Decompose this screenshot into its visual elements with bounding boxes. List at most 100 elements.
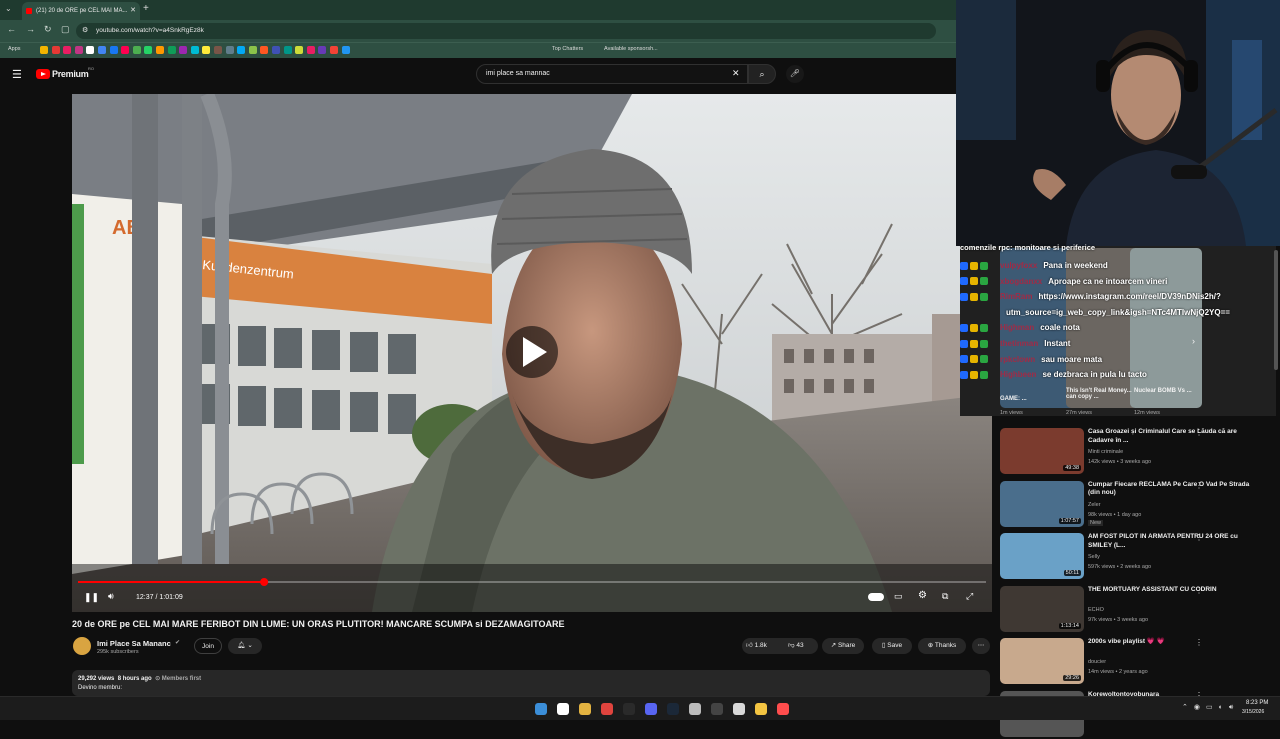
recommendation-thumbnail[interactable]: 50:11 <box>1000 533 1084 579</box>
dislike-button[interactable]: 👎︎ 43 <box>788 641 804 649</box>
video-player[interactable]: ABK Kundenzentrum ❚❚ 🔊︎ 1 <box>72 94 992 612</box>
recommendation-thumbnail[interactable]: 49:38 <box>1000 428 1084 474</box>
bookmark-icon[interactable] <box>179 46 188 54</box>
bookmark-icon[interactable] <box>51 46 60 54</box>
bookmark-icon[interactable] <box>295 46 304 54</box>
close-tab-icon[interactable]: ✕ <box>130 2 136 20</box>
reload-icon[interactable]: ↻ <box>44 24 52 35</box>
bookmark-icon[interactable] <box>40 46 48 54</box>
subscribed-bell-button[interactable]: 🔔︎ ⌄ <box>228 638 262 654</box>
search-icon[interactable] <box>557 703 569 715</box>
recommendation-channel[interactable]: Zeler <box>1088 502 1101 508</box>
bookmark-icon[interactable] <box>225 46 234 54</box>
more-options-icon[interactable]: ⋮ <box>1195 586 1203 595</box>
app-icon[interactable] <box>733 703 745 715</box>
bookmark-icon[interactable] <box>237 46 246 54</box>
bookmark-available-sponsorships[interactable]: Available sponsorsh... <box>604 46 658 52</box>
save-button[interactable]: ▯ Save <box>872 638 912 654</box>
bookmark-icon[interactable] <box>283 46 292 54</box>
more-actions-button[interactable]: ⋯ <box>972 638 990 654</box>
url-field[interactable]: ⚙ youtube.com/watch?v=a4SnkRgEz8k <box>76 23 936 39</box>
description-box[interactable] <box>72 670 990 696</box>
volume-icon[interactable]: 🔊︎ <box>108 591 114 602</box>
file-explorer-icon[interactable] <box>755 703 767 715</box>
recommendation-item[interactable]: 1:07:57 Cumpar Fiecare RECLAMA Pe Care O … <box>1000 480 1270 529</box>
start-icon[interactable] <box>535 703 547 715</box>
bookmark-icon[interactable] <box>86 46 95 54</box>
clock-time[interactable]: 8:23 PM <box>1246 700 1268 706</box>
back-icon[interactable]: ← <box>7 24 16 34</box>
discord-icon[interactable] <box>645 703 657 715</box>
chrome-icon[interactable] <box>579 703 591 715</box>
more-options-icon[interactable]: ⋮ <box>1195 481 1203 490</box>
bookmark-icon[interactable] <box>167 46 176 54</box>
more-options-icon[interactable]: ⋮ <box>1195 638 1203 647</box>
recommendation-title[interactable]: AM FOST PILOT IN ARMATA PENTRU 24 ORE cu… <box>1088 533 1256 550</box>
search-input[interactable]: imi place sa mannac <box>476 64 748 84</box>
site-info-icon[interactable]: ⚙ <box>82 23 88 39</box>
pause-icon[interactable]: ❚❚ <box>84 592 99 603</box>
recommendation-item[interactable]: 1:13:14 THE MORTUARY ASSISTANT CU CODRIN E… <box>1000 585 1270 634</box>
bookmark-icon[interactable] <box>156 46 164 54</box>
app-icon[interactable] <box>623 703 635 715</box>
bookmark-icon[interactable] <box>260 46 269 54</box>
settings-icon[interactable]: ⚙ <box>918 590 927 601</box>
bookmark-icon[interactable] <box>98 46 106 54</box>
recommendation-item[interactable]: 29:26 2000s vibe playlist 💗 💗 doucier 14m v… <box>1000 638 1270 686</box>
bookmark-icon[interactable] <box>132 46 141 54</box>
bookmark-top-chatters[interactable]: Top Chatters <box>552 46 583 52</box>
youtube-logo-icon[interactable] <box>36 69 50 79</box>
recommendation-channel[interactable]: ECHO <box>1088 607 1104 613</box>
clear-search-icon[interactable]: ✕ <box>732 68 740 79</box>
sidebar-scrollbar[interactable] <box>1274 250 1278 370</box>
miniplayer-icon[interactable]: ⧉ <box>942 591 948 602</box>
recommendation-title[interactable]: Casa Groazei și Criminalul Care se Lăuda… <box>1088 428 1256 445</box>
bookmark-icon[interactable] <box>121 46 130 54</box>
recommendation-thumbnail[interactable]: 29:26 <box>1000 638 1084 684</box>
bookmark-apps[interactable]: Apps <box>8 46 21 52</box>
bookmark-icon[interactable] <box>306 46 315 54</box>
recommendation-item[interactable]: 49:38 Casa Groazei și Criminalul Care se … <box>1000 428 1270 476</box>
recommendation-channel[interactable]: Selly <box>1088 554 1100 560</box>
recommendation-item[interactable]: 50:11 AM FOST PILOT IN ARMATA PENTRU 24 O… <box>1000 533 1270 581</box>
recommendation-thumbnail[interactable]: 1:07:57 <box>1000 480 1084 527</box>
channel-avatar[interactable] <box>73 637 91 655</box>
forward-icon[interactable]: → <box>26 24 35 34</box>
recommendation-title[interactable]: Cumpar Fiecare RECLAMA Pe Care O Vad Pe … <box>1088 481 1256 498</box>
side-panel-icon[interactable]: ▢ <box>61 24 70 35</box>
more-options-icon[interactable]: ⋮ <box>1195 533 1203 542</box>
bookmark-icon[interactable] <box>202 46 211 54</box>
more-options-icon[interactable]: ⋮ <box>1195 428 1203 437</box>
new-tab-button[interactable]: + <box>143 3 149 14</box>
bookmark-icon[interactable] <box>63 46 72 54</box>
bookmark-icon[interactable] <box>330 46 338 54</box>
channel-name[interactable]: Imi Place Sa Mananc <box>97 639 171 648</box>
tab-list-icon[interactable]: ⌄ <box>5 4 12 13</box>
subtitles-icon[interactable]: ▭ <box>894 591 903 602</box>
steam-icon[interactable] <box>667 703 679 715</box>
browser-tab-active[interactable]: (21) 20 de ORE pe CEL MAI MA... ✕ <box>22 2 140 20</box>
bookmark-icon[interactable] <box>144 46 153 54</box>
thanks-button[interactable]: ⊕ Thanks <box>918 638 966 654</box>
app-icon[interactable] <box>711 703 723 715</box>
autoplay-toggle[interactable] <box>868 593 884 601</box>
bookmark-icon[interactable] <box>248 46 257 54</box>
voice-search-icon[interactable]: 🎤︎ <box>786 65 804 83</box>
bookmark-icon[interactable] <box>214 46 222 54</box>
recommendation-channel[interactable]: Minti criminale <box>1088 449 1123 455</box>
recommendation-thumbnail[interactable]: 1:13:14 <box>1000 585 1084 632</box>
share-button[interactable]: ↗ Share <box>822 638 864 654</box>
bookmark-icon[interactable] <box>341 46 350 54</box>
menu-icon[interactable]: ☰ <box>12 68 22 81</box>
bookmark-icon[interactable] <box>74 46 83 54</box>
recommendation-title[interactable]: 2000s vibe playlist 💗 💗 <box>1088 638 1256 647</box>
recommendation-title[interactable]: THE MORTUARY ASSISTANT CU CODRIN <box>1088 586 1256 595</box>
obs-icon[interactable] <box>689 703 701 715</box>
search-button[interactable]: ⌕ <box>748 64 776 84</box>
join-button[interactable]: Join <box>194 638 222 654</box>
bookmark-icon[interactable] <box>272 46 280 54</box>
like-button[interactable]: 👍︎ 1.8k <box>746 641 767 649</box>
fullscreen-icon[interactable]: ⤢ <box>966 591 973 602</box>
bookmark-icon[interactable] <box>190 46 199 54</box>
clock-date[interactable]: 3/15/2026 <box>1242 709 1264 715</box>
